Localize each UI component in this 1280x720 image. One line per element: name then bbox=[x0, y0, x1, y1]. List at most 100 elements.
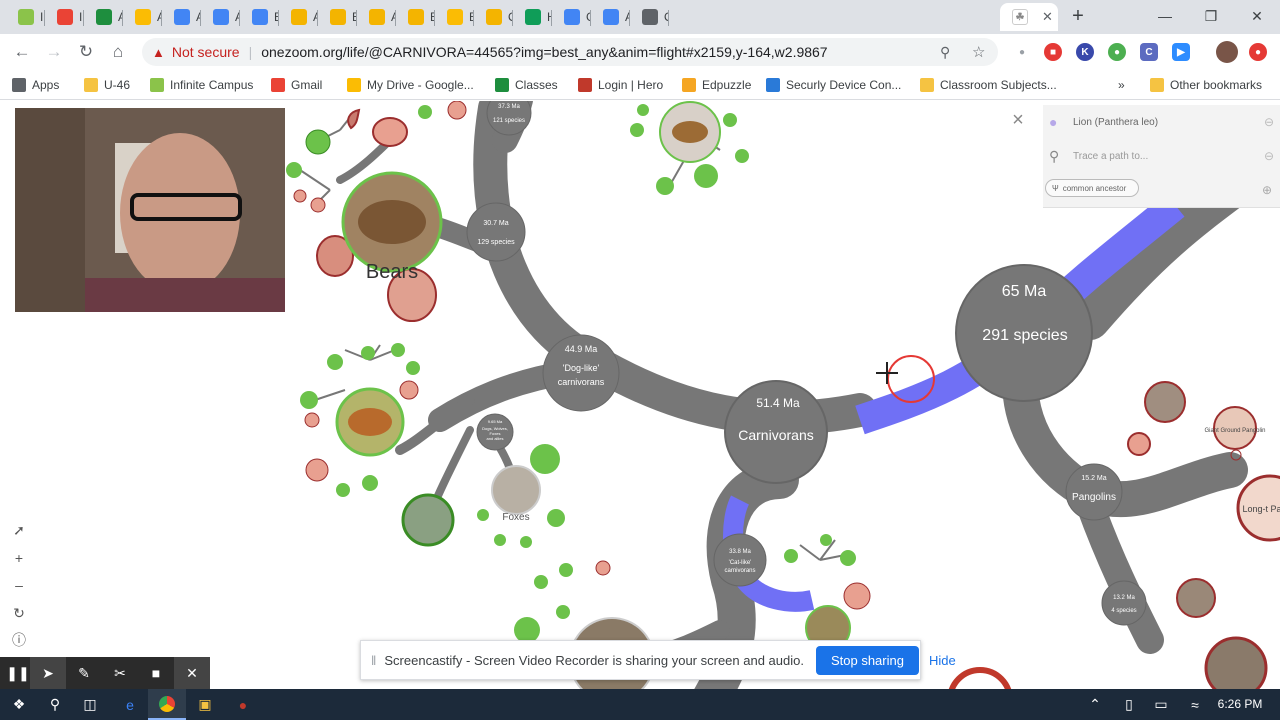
leaf-green-11[interactable] bbox=[530, 444, 560, 474]
leaf-green-8[interactable] bbox=[300, 391, 318, 409]
browser-tab[interactable]: Ani bbox=[162, 3, 201, 31]
browser-tab[interactable]: Geo bbox=[552, 3, 591, 31]
browser-tab[interactable]: Ani bbox=[279, 3, 318, 31]
browser-tab[interactable]: Ast bbox=[591, 3, 630, 31]
active-tab[interactable]: ☘ ✕ bbox=[1000, 3, 1058, 31]
common-ancestor-button[interactable]: Ψ common ancestor bbox=[1045, 179, 1139, 197]
drag-handle-icon[interactable]: ‖ bbox=[371, 653, 376, 668]
location-row[interactable]: ● Lion (Panthera leo) ⊖ bbox=[1049, 109, 1274, 135]
bookmarks-overflow-button[interactable]: » bbox=[1118, 76, 1125, 94]
highlighter-icon[interactable]: ✂ bbox=[102, 657, 138, 689]
pangolin-photo-2[interactable] bbox=[1176, 578, 1216, 618]
move-cursor-icon[interactable] bbox=[876, 362, 898, 384]
leaf-green-25[interactable] bbox=[534, 575, 548, 589]
clock[interactable]: 6:26 PM bbox=[1212, 697, 1268, 711]
file-explorer-icon[interactable]: ▣ bbox=[186, 689, 224, 720]
restore-button[interactable]: ❐ bbox=[1188, 0, 1234, 32]
location-clear-icon[interactable]: ⊖ bbox=[1264, 115, 1274, 129]
marten-shape[interactable] bbox=[672, 121, 708, 143]
trace-input[interactable]: Trace a path to... bbox=[1073, 151, 1148, 162]
reset-view-icon[interactable]: ↻ bbox=[8, 602, 30, 624]
bookmark-item[interactable]: Edpuzzle bbox=[682, 76, 751, 94]
back-button[interactable]: ← bbox=[8, 38, 36, 66]
leaf-green-18[interactable] bbox=[735, 149, 749, 163]
leaf-green-20[interactable] bbox=[630, 123, 644, 137]
browser-tab[interactable]: Ani bbox=[357, 3, 396, 31]
bookmark-item[interactable]: Infinite Campus bbox=[150, 76, 253, 94]
browser-tab[interactable]: Out bbox=[474, 3, 513, 31]
bookmark-item[interactable]: Login | Hero bbox=[578, 76, 663, 94]
leaf-green-10[interactable] bbox=[362, 475, 378, 491]
fox-photo[interactable] bbox=[491, 465, 541, 515]
close-tab-icon[interactable]: ✕ bbox=[1042, 9, 1053, 25]
show-hidden-icons[interactable]: ⌃ bbox=[1080, 689, 1110, 720]
bookmark-item[interactable]: Securly Device Con... bbox=[766, 76, 901, 94]
browser-tab[interactable]: Apr bbox=[84, 3, 123, 31]
webcam-overlay[interactable] bbox=[15, 108, 285, 312]
dhole-shape[interactable] bbox=[348, 408, 392, 436]
add-icon[interactable]: ⊕ bbox=[1262, 183, 1272, 197]
node-13-2[interactable] bbox=[1101, 580, 1147, 626]
pangolin-photo-1[interactable] bbox=[1144, 381, 1186, 423]
leaf-red-9[interactable] bbox=[304, 412, 320, 428]
extension-red-icon[interactable]: ■ bbox=[1044, 43, 1062, 61]
leaf-green-14[interactable] bbox=[494, 534, 506, 546]
bookmark-item[interactable]: My Drive - Google... bbox=[347, 76, 474, 94]
browser-tab[interactable]: Ani bbox=[201, 3, 240, 31]
leaf-red-11[interactable] bbox=[843, 582, 871, 610]
trace-clear-icon[interactable]: ⊖ bbox=[1264, 149, 1274, 163]
leaf-green-19[interactable] bbox=[723, 113, 737, 127]
leaf-green-21[interactable] bbox=[637, 104, 649, 116]
new-tab-button[interactable]: + bbox=[1058, 0, 1098, 32]
browser-tab[interactable]: Infi bbox=[6, 3, 45, 31]
compass-icon[interactable]: ➚ bbox=[8, 519, 30, 541]
camera-icon[interactable]: ■ bbox=[138, 657, 174, 689]
leaf-green-13[interactable] bbox=[477, 509, 489, 521]
address-bar[interactable]: ▲ Not secure | onezoom.org/life/@CARNIVO… bbox=[142, 38, 998, 66]
info-icon[interactable]: ⓘ bbox=[8, 629, 30, 651]
search-icon[interactable]: ⚲ bbox=[36, 689, 74, 720]
leaf-green-15[interactable] bbox=[520, 536, 532, 548]
leaf-red-10[interactable] bbox=[305, 458, 329, 482]
zoom-extension-icon[interactable]: ▶ bbox=[1172, 43, 1190, 61]
twig-bears[interactable] bbox=[299, 114, 353, 206]
leaf-green-9[interactable] bbox=[336, 483, 350, 497]
leaf-red-2[interactable] bbox=[372, 117, 408, 147]
browser-tab[interactable]: Ani bbox=[123, 3, 162, 31]
profile-avatar[interactable] bbox=[1216, 41, 1238, 63]
zoom-icon[interactable]: ⚲ bbox=[940, 44, 950, 61]
stop-sharing-button[interactable]: Stop sharing bbox=[815, 645, 919, 675]
browser-tab[interactable]: Evo bbox=[318, 3, 357, 31]
url-text[interactable]: onezoom.org/life/@CARNIVORA=44565?img=be… bbox=[261, 44, 827, 60]
browser-tab[interactable]: Inb bbox=[45, 3, 84, 31]
leaf-red-1[interactable] bbox=[347, 108, 361, 130]
phone-icon[interactable]: ▯ bbox=[1114, 689, 1144, 720]
extension-c-icon[interactable]: C bbox=[1140, 43, 1158, 61]
task-view-icon[interactable]: ◫ bbox=[71, 689, 109, 720]
home-button[interactable]: ⌂ bbox=[104, 38, 132, 66]
zoom-in-button[interactable]: + bbox=[8, 547, 30, 569]
close-toolbar-icon[interactable]: ✕ bbox=[174, 657, 210, 689]
leaf-green-1[interactable] bbox=[305, 129, 331, 155]
pen-tool-icon[interactable]: ✎ bbox=[66, 657, 102, 689]
leaf-green-6[interactable] bbox=[391, 343, 405, 357]
reload-button[interactable]: ↻ bbox=[72, 38, 100, 66]
bear-shape[interactable] bbox=[358, 200, 426, 244]
bookmark-star-icon[interactable]: ☆ bbox=[972, 43, 985, 61]
bookmark-item[interactable]: Gmail bbox=[271, 76, 322, 94]
leaf-green-12[interactable] bbox=[547, 509, 565, 527]
browser-tab[interactable]: Bio bbox=[240, 3, 279, 31]
leaf-red-4[interactable] bbox=[310, 197, 326, 213]
close-tree-button[interactable]: × bbox=[1008, 110, 1028, 132]
browser-tab[interactable]: Ear bbox=[396, 3, 435, 31]
leaf-red-13[interactable] bbox=[1127, 432, 1151, 456]
leaf-green-17[interactable] bbox=[694, 164, 718, 188]
chrome-taskbar-icon[interactable] bbox=[148, 689, 186, 720]
leaf-red-7[interactable] bbox=[447, 101, 467, 120]
leaf-green-22[interactable] bbox=[784, 549, 798, 563]
leaf-green-16[interactable] bbox=[656, 177, 674, 195]
extension-icon[interactable]: ● bbox=[1013, 43, 1031, 61]
leaf-green-26[interactable] bbox=[559, 563, 573, 577]
edge-icon[interactable]: e bbox=[111, 689, 149, 720]
bookmark-item[interactable]: Apps bbox=[12, 76, 59, 94]
